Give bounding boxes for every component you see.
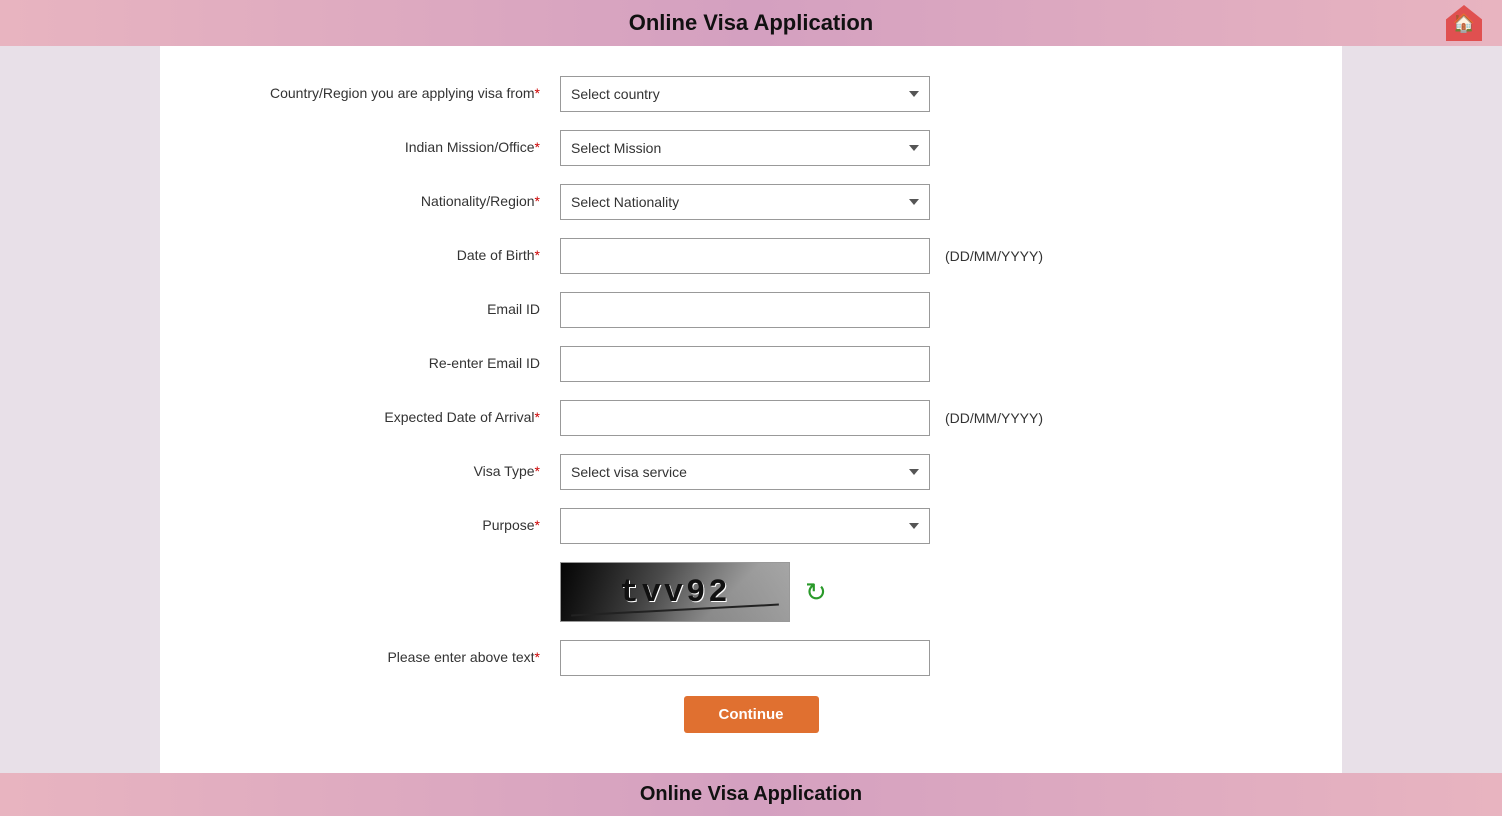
required-marker: * [535, 649, 540, 665]
dob-hint: (DD/MM/YYYY) [945, 248, 1043, 264]
captcha-image: tvv92 [560, 562, 790, 622]
required-marker: * [535, 409, 540, 425]
dob-label: Date of Birth* [200, 246, 560, 266]
arrival-date-input[interactable] [560, 400, 930, 436]
captcha-text: tvv92 [619, 574, 730, 611]
purpose-row: Purpose* [200, 508, 1302, 544]
email-row: Email ID [200, 292, 1302, 328]
country-region-label: Country/Region you are applying visa fro… [200, 84, 560, 104]
refresh-captcha-icon[interactable]: ↻ [805, 577, 827, 608]
visa-type-row: Visa Type* Select visa service [200, 454, 1302, 490]
purpose-select[interactable] [560, 508, 930, 544]
nationality-select[interactable]: Select Nationality [560, 184, 930, 220]
arrival-date-label: Expected Date of Arrival* [200, 408, 560, 428]
required-marker: * [535, 193, 540, 209]
re-email-label: Re-enter Email ID [200, 354, 560, 374]
captcha-input-label: Please enter above text* [200, 648, 560, 668]
continue-row: Continue [200, 696, 1302, 733]
home-icon[interactable]: 🏠 [1446, 5, 1482, 41]
visa-type-select[interactable]: Select visa service [560, 454, 930, 490]
required-marker: * [535, 463, 540, 479]
page-title: Online Visa Application [629, 10, 874, 36]
required-marker: * [535, 139, 540, 155]
arrival-date-hint: (DD/MM/YYYY) [945, 410, 1043, 426]
country-region-select[interactable]: Select country [560, 76, 930, 112]
re-email-input[interactable] [560, 346, 930, 382]
bottom-bar: Online Visa Application [0, 773, 1502, 816]
required-marker: * [535, 247, 540, 263]
dob-row: Date of Birth* (DD/MM/YYYY) [200, 238, 1302, 274]
required-marker: * [535, 85, 540, 101]
purpose-label: Purpose* [200, 516, 560, 536]
captcha-input[interactable] [560, 640, 930, 676]
country-region-row: Country/Region you are applying visa fro… [200, 76, 1302, 112]
required-marker: * [535, 517, 540, 533]
top-bar: Online Visa Application 🏠 [0, 0, 1502, 46]
continue-button[interactable]: Continue [684, 696, 819, 733]
email-input[interactable] [560, 292, 930, 328]
footer-title: Online Visa Application [640, 783, 862, 806]
captcha-input-row: Please enter above text* [200, 640, 1302, 676]
visa-type-label: Visa Type* [200, 462, 560, 482]
nationality-row: Nationality/Region* Select Nationality [200, 184, 1302, 220]
arrival-date-row: Expected Date of Arrival* (DD/MM/YYYY) [200, 400, 1302, 436]
nationality-label: Nationality/Region* [200, 192, 560, 212]
mission-select[interactable]: Select Mission [560, 130, 930, 166]
re-email-row: Re-enter Email ID [200, 346, 1302, 382]
captcha-row: tvv92 ↻ [200, 562, 1302, 622]
email-label: Email ID [200, 300, 560, 320]
mission-label: Indian Mission/Office* [200, 138, 560, 158]
main-content: Country/Region you are applying visa fro… [160, 46, 1342, 773]
mission-row: Indian Mission/Office* Select Mission [200, 130, 1302, 166]
dob-input[interactable] [560, 238, 930, 274]
